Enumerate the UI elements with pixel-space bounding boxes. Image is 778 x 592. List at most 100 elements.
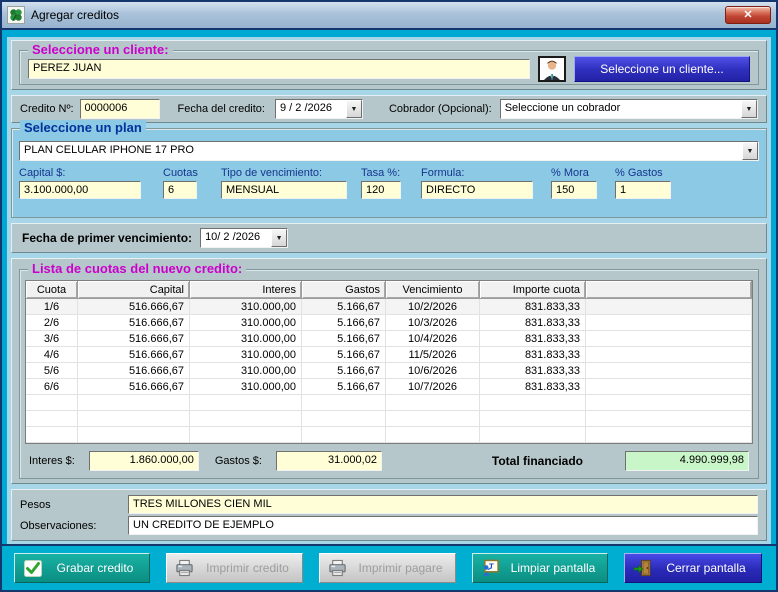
credit-date-picker[interactable]: 9 / 2 /2026 ▼ xyxy=(275,99,363,119)
clear-screen-button[interactable]: T Limpiar pantalla xyxy=(472,553,608,583)
table-cell xyxy=(480,411,586,427)
table-cell: 10/2/2026 xyxy=(386,299,480,315)
close-screen-button[interactable]: Cerrar pantalla xyxy=(624,553,762,583)
table-cell xyxy=(78,395,190,411)
table-cell: 516.666,67 xyxy=(78,299,190,315)
first-due-dropdown-icon[interactable]: ▼ xyxy=(271,229,287,247)
cuotas-label: Cuotas xyxy=(163,167,211,179)
vencimiento-tipo-field[interactable]: MENSUAL xyxy=(221,181,347,199)
amount-words-label: Pesos xyxy=(20,499,128,511)
totals-row: Interes $: 1.860.000,00 Gastos $: 31.000… xyxy=(25,451,753,471)
column-header[interactable]: Importe cuota xyxy=(480,281,586,299)
gastos-pct-field[interactable]: 1 xyxy=(615,181,671,199)
person-avatar-icon xyxy=(541,58,563,80)
plan-dropdown-icon[interactable]: ▼ xyxy=(742,142,758,160)
clover-icon xyxy=(9,8,23,22)
column-header[interactable]: Interes xyxy=(190,281,302,299)
table-cell-filler xyxy=(586,395,752,411)
table-cell: 516.666,67 xyxy=(78,379,190,395)
tasa-field[interactable]: 120 xyxy=(361,181,401,199)
tasa-label: Tasa %: xyxy=(361,167,409,179)
installment-row[interactable]: 2/6516.666,67310.000,005.166,6710/3/2026… xyxy=(26,315,752,331)
plan-section-title: Seleccione un plan xyxy=(20,120,146,135)
select-client-button[interactable]: Seleccione un cliente... xyxy=(574,56,750,82)
installment-row[interactable]: 5/6516.666,67310.000,005.166,6710/6/2026… xyxy=(26,363,752,379)
table-cell: 5.166,67 xyxy=(302,299,386,315)
table-cell-filler xyxy=(586,331,752,347)
amount-words-field[interactable]: TRES MILLONES CIEN MIL xyxy=(128,495,758,514)
installments-section: Lista de cuotas del nuevo credito: Cuota… xyxy=(11,258,767,484)
table-cell xyxy=(190,395,302,411)
table-cell xyxy=(302,411,386,427)
door-exit-icon xyxy=(633,559,652,577)
plan-section: Seleccione un plan PLAN CELULAR IPHONE 1… xyxy=(11,128,767,218)
capital-label: Capital $: xyxy=(19,167,151,179)
printer-icon xyxy=(175,559,194,577)
mora-field[interactable]: 150 xyxy=(551,181,597,199)
client-section: Seleccione un cliente: PEREZ JUAN Selecc… xyxy=(11,40,767,90)
table-cell: 5.166,67 xyxy=(302,315,386,331)
close-screen-label: Cerrar pantalla xyxy=(659,561,753,575)
cuotas-field[interactable]: 6 xyxy=(163,181,197,199)
column-header[interactable]: Cuota xyxy=(26,281,78,299)
credit-date-dropdown-icon[interactable]: ▼ xyxy=(346,100,362,118)
table-cell xyxy=(190,427,302,443)
first-due-picker[interactable]: 10/ 2 /2026 ▼ xyxy=(200,228,288,248)
table-cell-filler xyxy=(586,427,752,443)
column-header-filler xyxy=(586,281,752,299)
observations-field[interactable]: UN CREDITO DE EJEMPLO xyxy=(128,516,758,535)
close-icon: ✕ xyxy=(743,10,752,21)
close-button[interactable]: ✕ xyxy=(725,6,771,24)
collector-dropdown-icon[interactable]: ▼ xyxy=(741,100,757,118)
gastos-pct-label: % Gastos xyxy=(615,167,679,179)
installments-title: Lista de cuotas del nuevo credito: xyxy=(28,261,246,276)
printer-icon xyxy=(328,559,347,577)
plan-select[interactable]: PLAN CELULAR IPHONE 17 PRO ▼ xyxy=(19,141,759,161)
capital-field[interactable]: 3.100.000,00 xyxy=(19,181,141,199)
installment-row[interactable]: 1/6516.666,67310.000,005.166,6710/2/2026… xyxy=(26,299,752,315)
column-header[interactable]: Capital xyxy=(78,281,190,299)
client-name-field[interactable]: PEREZ JUAN xyxy=(28,59,530,79)
column-header[interactable]: Gastos xyxy=(302,281,386,299)
table-cell: 831.833,33 xyxy=(480,315,586,331)
table-cell: 831.833,33 xyxy=(480,379,586,395)
table-cell: 6/6 xyxy=(26,379,78,395)
observations-label: Observaciones: xyxy=(20,520,128,532)
table-cell xyxy=(302,395,386,411)
table-cell xyxy=(480,395,586,411)
interest-total-label: Interes $: xyxy=(29,455,75,467)
installment-row[interactable]: 6/6516.666,67310.000,005.166,6710/7/2026… xyxy=(26,379,752,395)
collector-select[interactable]: Seleccione un cobrador ▼ xyxy=(500,99,758,119)
first-due-label: Fecha de primer vencimiento: xyxy=(22,231,192,245)
whiteboard-icon: T xyxy=(481,559,500,577)
table-cell: 10/7/2026 xyxy=(386,379,480,395)
formula-field[interactable]: DIRECTO xyxy=(421,181,533,199)
amounts-text-section: Pesos TRES MILLONES CIEN MIL Observacion… xyxy=(11,489,767,541)
save-credit-button[interactable]: Grabar credito xyxy=(14,553,150,583)
table-cell-filler xyxy=(586,363,752,379)
plan-selected-value: PLAN CELULAR IPHONE 17 PRO xyxy=(20,142,742,160)
print-note-button[interactable]: Imprimir pagare xyxy=(319,553,456,583)
column-header[interactable]: Vencimiento xyxy=(386,281,480,299)
installment-row[interactable]: 4/6516.666,67310.000,005.166,6711/5/2026… xyxy=(26,347,752,363)
mora-label: % Mora xyxy=(551,167,603,179)
installment-row[interactable]: 3/6516.666,67310.000,005.166,6710/4/2026… xyxy=(26,331,752,347)
app-clover-icon xyxy=(7,6,25,24)
table-cell: 831.833,33 xyxy=(480,347,586,363)
table-cell-filler xyxy=(586,347,752,363)
table-cell xyxy=(386,395,480,411)
table-cell xyxy=(302,427,386,443)
table-cell xyxy=(26,427,78,443)
check-icon xyxy=(23,559,42,577)
client-avatar xyxy=(538,56,566,82)
credit-number-field[interactable]: 0000006 xyxy=(80,99,160,119)
print-credit-button[interactable]: Imprimir credito xyxy=(166,553,303,583)
select-client-button-label: Seleccione un cliente... xyxy=(600,62,723,76)
credit-header-row: Credito Nº: 0000006 Fecha del credito: 9… xyxy=(11,95,767,123)
table-cell: 310.000,00 xyxy=(190,379,302,395)
table-cell xyxy=(26,395,78,411)
formula-label: Formula: xyxy=(421,167,539,179)
table-cell-filler xyxy=(586,379,752,395)
empty-row xyxy=(26,411,752,427)
window-title: Agregar creditos xyxy=(31,8,119,22)
